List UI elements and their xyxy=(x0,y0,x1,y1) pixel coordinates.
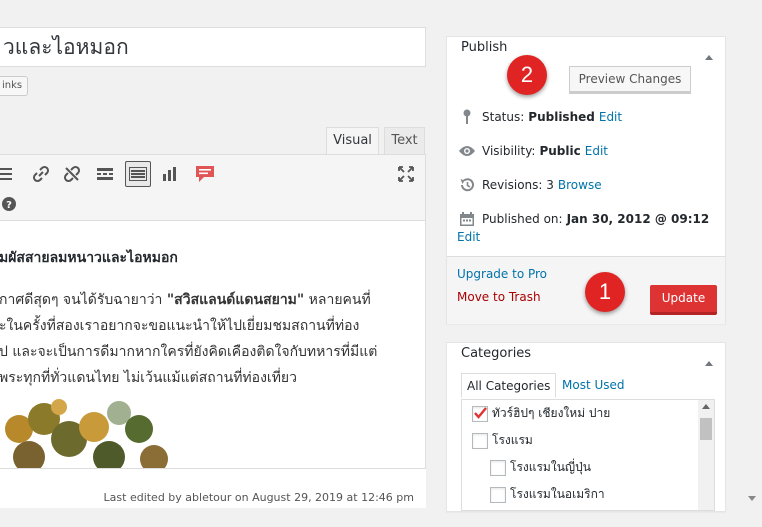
last-edited-status: Last edited by abletour on August 29, 20… xyxy=(0,468,426,508)
content-paragraph: กาศดีสุดๆ จนได้รับฉายาว่า "สวิสแลนด์แดนส… xyxy=(0,292,378,386)
toolbar-toggle-icon[interactable] xyxy=(125,161,151,187)
eye-icon xyxy=(457,142,477,160)
category-item[interactable]: โรงแรมในญี่ปุ่น xyxy=(490,458,591,477)
numbered-list-icon[interactable] xyxy=(0,161,17,187)
upgrade-to-pro-link[interactable]: Upgrade to Pro xyxy=(457,267,547,281)
category-scrollbar[interactable] xyxy=(698,400,714,510)
categories-box: Categories All Categories Most Used ทัวร… xyxy=(446,342,726,512)
scroll-up-icon[interactable] xyxy=(702,404,710,409)
update-button[interactable]: Update xyxy=(650,285,717,315)
visibility-row: Visibility: Public Edit xyxy=(457,142,608,160)
publish-box: Publish Preview Changes Status: Publishe… xyxy=(446,36,726,324)
status-row: Status: Published Edit xyxy=(457,108,622,126)
calendar-icon xyxy=(457,210,477,228)
edit-status-link[interactable]: Edit xyxy=(599,110,622,124)
comment-icon[interactable] xyxy=(192,161,218,187)
category-item[interactable]: โรงแรม xyxy=(472,431,533,450)
help-icon[interactable]: ? xyxy=(0,191,22,217)
collapse-categories-icon[interactable] xyxy=(705,361,713,366)
tab-all-categories[interactable]: All Categories xyxy=(461,373,557,398)
chart-icon[interactable] xyxy=(157,161,183,187)
checkbox[interactable] xyxy=(490,459,506,476)
revisions-row: Revisions: 3 Browse xyxy=(457,176,602,194)
fullscreen-icon[interactable] xyxy=(393,161,419,187)
pin-icon xyxy=(457,108,477,126)
checkbox[interactable] xyxy=(490,486,506,503)
category-item[interactable]: โรงแรมในอเมริกา xyxy=(490,485,605,504)
checkbox-checked[interactable] xyxy=(472,405,488,422)
content-image[interactable] xyxy=(0,399,171,471)
insert-link-icon[interactable] xyxy=(28,161,54,187)
tab-text[interactable]: Text xyxy=(384,127,425,154)
categories-title: Categories xyxy=(461,346,532,361)
publish-title: Publish xyxy=(461,40,508,55)
read-more-icon[interactable] xyxy=(92,161,118,187)
content-heading: มผัสสายลมหนาวและไอหมอก xyxy=(0,250,178,266)
preview-changes-button[interactable]: Preview Changes xyxy=(569,66,691,94)
scroll-thumb[interactable] xyxy=(700,418,712,440)
browse-revisions-link[interactable]: Browse xyxy=(558,178,602,192)
collapse-publish-icon[interactable] xyxy=(705,55,713,60)
svg-text:?: ? xyxy=(6,200,12,211)
badge-two: 2 xyxy=(507,55,547,95)
history-icon xyxy=(457,176,477,194)
editor-toolbar: ? xyxy=(0,155,425,221)
post-title-input[interactable]: วและไอหมอก xyxy=(0,27,426,67)
edit-visibility-link[interactable]: Edit xyxy=(585,144,608,158)
category-checklist: ทัวร์ฮิปๆ เชียงใหม่ ปาย โรงแรม โรงแรมในญ… xyxy=(461,399,715,511)
tab-most-used[interactable]: Most Used xyxy=(557,373,630,398)
published-on-row: Published on: Jan 30, 2012 @ 09:12 xyxy=(457,210,709,228)
page-scroll-down-icon[interactable] xyxy=(748,496,756,501)
post-editor: ? มผัสสายลมหนาวและไอหมอก กาศดีสุดๆ จนได้… xyxy=(0,154,426,508)
tab-visual[interactable]: Visual xyxy=(326,127,379,154)
move-to-trash-link[interactable]: Move to Trash xyxy=(457,290,541,304)
get-shortlink-button[interactable]: inks xyxy=(0,76,28,96)
badge-one: 1 xyxy=(585,272,625,312)
edit-date-link[interactable]: Edit xyxy=(457,230,480,244)
checkbox[interactable] xyxy=(472,432,488,449)
remove-link-icon[interactable] xyxy=(59,161,85,187)
category-item[interactable]: ทัวร์ฮิปๆ เชียงใหม่ ปาย xyxy=(472,404,610,423)
